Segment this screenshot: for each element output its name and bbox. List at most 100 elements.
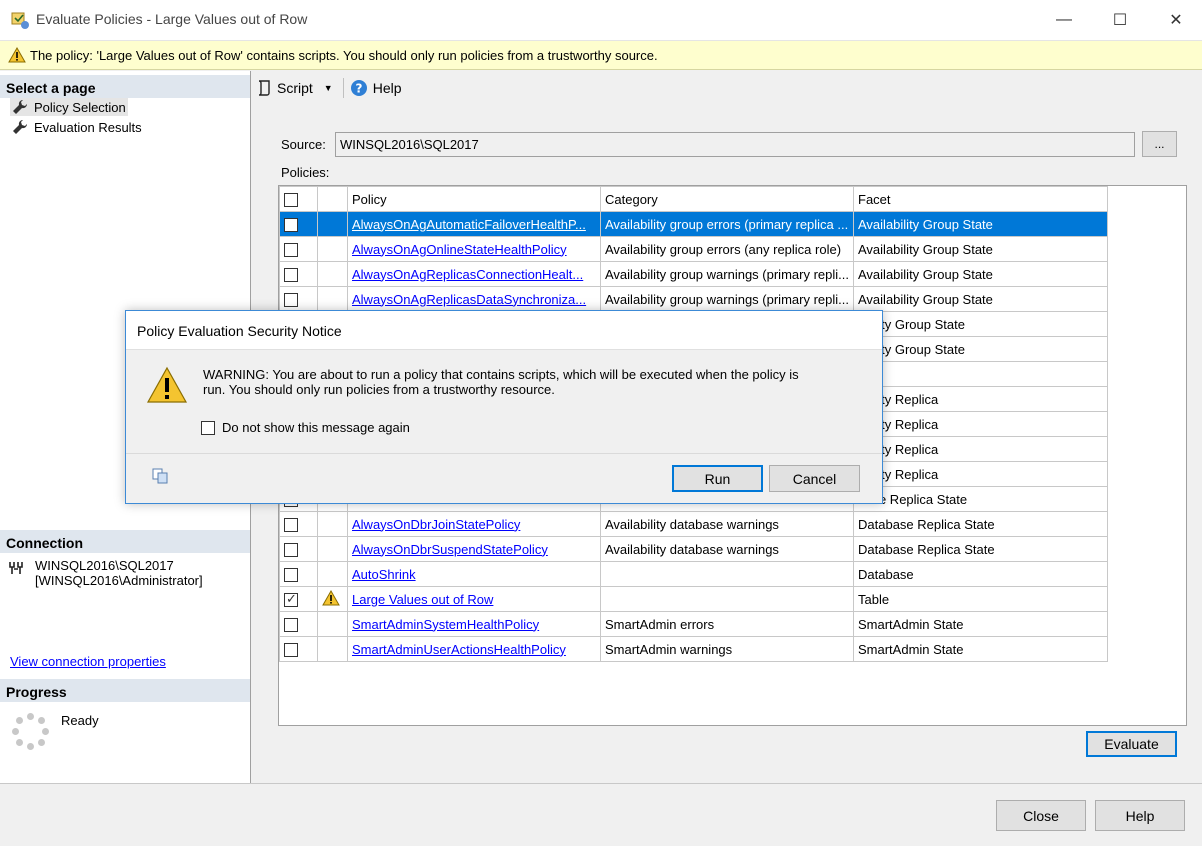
- close-window-button[interactable]: ✕: [1148, 0, 1202, 40]
- row-checkbox[interactable]: [284, 617, 298, 632]
- facet-cell: Availability Group State: [853, 236, 1108, 262]
- page-evaluation-results[interactable]: Evaluation Results: [10, 118, 144, 136]
- table-row[interactable]: AutoShrink Database: [279, 561, 1108, 587]
- maximize-button[interactable]: ☐: [1092, 0, 1148, 40]
- select-all-checkbox[interactable]: [284, 192, 298, 207]
- row-checkbox-cell[interactable]: [279, 286, 318, 312]
- dont-show-again-checkbox[interactable]: [201, 420, 215, 435]
- policy-link[interactable]: Large Values out of Row: [352, 592, 493, 607]
- minimize-button[interactable]: —: [1036, 0, 1092, 40]
- table-header-row: Policy Category Facet: [279, 186, 1108, 212]
- table-row[interactable]: SmartAdminSystemHealthPolicy SmartAdmin e…: [279, 611, 1108, 637]
- window-title: Evaluate Policies - Large Values out of …: [36, 11, 308, 27]
- page-policy-selection[interactable]: Policy Selection: [10, 98, 128, 116]
- close-icon: ✕: [1169, 12, 1183, 29]
- table-row[interactable]: Large Values out of Row Table: [279, 586, 1108, 612]
- warning-line-2: run. You should only run policies from a…: [203, 382, 555, 397]
- table-row[interactable]: AlwaysOnAgOnlineStateHealthPolicy Availab…: [279, 236, 1108, 262]
- script-button[interactable]: Script ▼: [252, 79, 337, 97]
- column-header-policy[interactable]: Policy: [347, 186, 601, 212]
- row-checkbox-cell[interactable]: [279, 561, 318, 587]
- facet-cell: ability Replica: [853, 386, 1108, 412]
- facet-cell: ability Group State: [853, 336, 1108, 362]
- category-cell: [600, 561, 854, 587]
- table-row[interactable]: AlwaysOnDbrJoinStatePolicy Availability d…: [279, 511, 1108, 537]
- policy-link[interactable]: AlwaysOnDbrJoinStatePolicy: [352, 517, 520, 532]
- policy-link[interactable]: AutoShrink: [352, 567, 416, 582]
- policy-cell: AlwaysOnAgReplicasConnectionHealt...: [347, 261, 601, 287]
- row-checkbox-cell[interactable]: [279, 211, 318, 237]
- table-row[interactable]: AlwaysOnDbrSuspendStatePolicy Availabilit…: [279, 536, 1108, 562]
- source-field[interactable]: WINSQL2016\SQL2017: [335, 132, 1135, 157]
- wrench-icon: [13, 99, 28, 114]
- close-button[interactable]: Close: [996, 800, 1086, 831]
- policy-link[interactable]: AlwaysOnAgAutomaticFailoverHealthP...: [352, 217, 586, 232]
- dialog-title: Policy Evaluation Security Notice: [137, 323, 342, 339]
- progress-status: Ready: [61, 713, 99, 728]
- row-checkbox-cell[interactable]: [279, 261, 318, 287]
- row-checkbox[interactable]: [284, 217, 298, 232]
- row-warning-cell: [317, 261, 348, 287]
- policy-link[interactable]: SmartAdminSystemHealthPolicy: [352, 617, 539, 632]
- dont-show-again-option[interactable]: Do not show this message again: [201, 420, 410, 435]
- row-checkbox[interactable]: [284, 517, 298, 532]
- policy-link[interactable]: SmartAdminUserActionsHealthPolicy: [352, 642, 566, 657]
- progress-header: Progress: [0, 679, 250, 702]
- policy-link[interactable]: AlwaysOnDbrSuspendStatePolicy: [352, 542, 548, 557]
- column-header-category[interactable]: Category: [600, 186, 854, 212]
- row-checkbox[interactable]: [284, 567, 298, 582]
- help-button[interactable]: Help: [1095, 800, 1185, 831]
- page-evaluation-results-label: Evaluation Results: [34, 119, 142, 135]
- row-checkbox[interactable]: [284, 542, 298, 557]
- policy-cell: SmartAdminSystemHealthPolicy: [347, 611, 601, 637]
- run-button[interactable]: Run: [672, 465, 763, 492]
- help-toolbar-button[interactable]: ? Help: [350, 79, 402, 97]
- view-connection-properties-link[interactable]: View connection properties: [10, 654, 166, 669]
- row-checkbox-cell[interactable]: [279, 636, 318, 662]
- evaluate-button[interactable]: Evaluate: [1086, 731, 1177, 757]
- connection-icon: [9, 562, 23, 574]
- row-warning-cell: [317, 611, 348, 637]
- facet-cell: Availability Group State: [853, 261, 1108, 287]
- row-checkbox-cell[interactable]: [279, 236, 318, 262]
- column-header-facet[interactable]: Facet: [853, 186, 1108, 212]
- dropdown-arrow-icon[interactable]: ▼: [324, 83, 333, 93]
- row-checkbox-cell[interactable]: [279, 536, 318, 562]
- row-checkbox[interactable]: [284, 591, 298, 607]
- row-warning-cell: [317, 286, 348, 312]
- row-checkbox[interactable]: [284, 292, 298, 307]
- connection-server: WINSQL2016\SQL2017: [35, 558, 174, 573]
- svg-text:?: ?: [355, 82, 362, 96]
- cancel-button[interactable]: Cancel: [769, 465, 860, 492]
- policy-link[interactable]: AlwaysOnAgReplicasDataSynchroniza...: [352, 292, 586, 307]
- maximize-icon: ☐: [1112, 12, 1128, 29]
- facet-cell: Table: [853, 586, 1108, 612]
- dialog-warning-text: WARNING: You are about to run a policy t…: [203, 367, 799, 397]
- table-row[interactable]: AlwaysOnAgAutomaticFailoverHealthP... Ava…: [279, 211, 1108, 237]
- category-cell: SmartAdmin warnings: [600, 636, 854, 662]
- row-warning-cell: [317, 561, 348, 587]
- copy-icon[interactable]: [151, 467, 171, 485]
- select-all-checkbox-cell[interactable]: [279, 186, 318, 212]
- warning-icon: [322, 589, 340, 605]
- browse-source-button[interactable]: ...: [1142, 131, 1177, 157]
- row-checkbox[interactable]: [284, 267, 298, 282]
- table-row[interactable]: AlwaysOnAgReplicasDataSynchroniza... Avai…: [279, 286, 1108, 312]
- policy-link[interactable]: AlwaysOnAgOnlineStateHealthPolicy: [352, 242, 567, 257]
- category-cell: SmartAdmin errors: [600, 611, 854, 637]
- row-warning-cell: [317, 586, 348, 612]
- row-checkbox-cell[interactable]: [279, 511, 318, 537]
- help-toolbar-label: Help: [372, 80, 402, 96]
- row-warning-cell: [317, 236, 348, 262]
- facet-cell: Database Replica State: [853, 511, 1108, 537]
- row-checkbox[interactable]: [284, 242, 298, 257]
- row-checkbox-cell[interactable]: [279, 586, 318, 612]
- table-row[interactable]: AlwaysOnAgReplicasConnectionHealt... Avai…: [279, 261, 1108, 287]
- connection-user: [WINSQL2016\Administrator]: [35, 573, 203, 588]
- policy-link[interactable]: AlwaysOnAgReplicasConnectionHealt...: [352, 267, 583, 282]
- row-checkbox[interactable]: [284, 642, 298, 657]
- connection-info: WINSQL2016\SQL2017 [WINSQL2016\Administr…: [35, 558, 203, 588]
- table-row[interactable]: SmartAdminUserActionsHealthPolicy SmartAd…: [279, 636, 1108, 662]
- dialog-body: WARNING: You are about to run a policy t…: [126, 349, 882, 453]
- row-checkbox-cell[interactable]: [279, 611, 318, 637]
